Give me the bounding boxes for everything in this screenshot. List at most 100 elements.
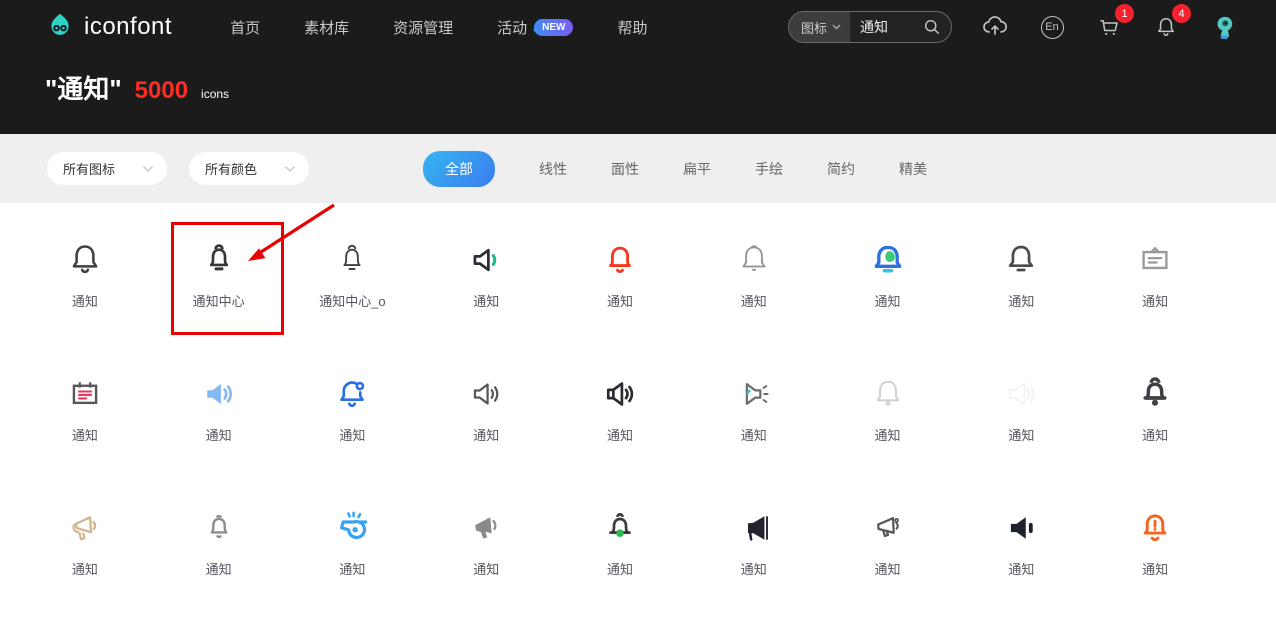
cart-button[interactable]: 1 [1094,12,1124,42]
tab-简约[interactable]: 简约 [827,159,855,179]
bell-green-dot-icon [601,509,639,547]
icon-card-label: 通知 [741,559,767,578]
nav-item-label: 帮助 [617,17,647,38]
filter-dropdown-1[interactable]: 所有图标 [47,152,167,185]
header-icons: En 1 4 [980,12,1238,42]
icon-card[interactable]: 通知 [954,203,1088,337]
cart-badge: 1 [1115,4,1134,23]
icon-card-label: 通知 [875,559,901,578]
nav-item-3[interactable]: 资源管理 [393,17,453,38]
chevron-down-icon [832,24,841,30]
icon-card[interactable]: 通知 [687,203,821,337]
icon-card[interactable]: 通知中心_o [286,203,420,337]
icon-card-label: 通知 [607,425,633,444]
bell-light-icon [869,375,907,413]
chevron-down-icon [142,165,154,173]
icon-card[interactable]: 通知 [419,471,553,605]
header: iconfont 首页 素材库 资源管理 活动NEW 帮助 图标 [0,0,1276,134]
tab-面性[interactable]: 面性 [611,159,639,179]
icon-card[interactable]: 通知 [1088,471,1222,605]
icon-card[interactable]: 通知 [286,471,420,605]
nav-item-1[interactable]: 首页 [230,17,260,38]
icon-card-label: 通知中心_o [319,291,385,310]
board-red-lines-icon [66,375,104,413]
filter-bar: 所有图标 所有颜色 全部 线性 面性 扁平 手绘 简约 精美 [0,134,1276,203]
bell-red-icon [601,241,639,279]
icon-card[interactable]: 通知 [1088,337,1222,471]
icon-card-label: 通知 [72,291,98,310]
icon-card-label: 通知 [1008,291,1034,310]
icon-card[interactable]: 通知 [821,471,955,605]
search-category-dropdown[interactable]: 图标 [789,12,850,42]
icon-card[interactable]: 通知 [553,471,687,605]
icon-card[interactable]: 通知 [1088,203,1222,337]
upload-button[interactable] [980,12,1010,42]
nav-item-label: 资源管理 [393,17,453,38]
whistle-blue-icon [333,509,371,547]
icon-card[interactable]: 通知 [286,337,420,471]
tab-全部[interactable]: 全部 [423,151,495,187]
icon-card[interactable]: 通知 [18,471,152,605]
icon-card-label: 通知 [1142,425,1168,444]
result-unit: icons [201,87,229,101]
language-toggle[interactable]: En [1037,12,1067,42]
search-query-title: "通知" [45,69,122,106]
icon-card-label: 通知 [339,559,365,578]
filter-dropdown-2[interactable]: 所有颜色 [189,152,309,185]
icon-card-label: 通知 [473,559,499,578]
nav-item-5[interactable]: 帮助 [617,17,647,38]
icon-card[interactable]: 通知 [687,337,821,471]
nav-item-4[interactable]: 活动NEW [497,17,573,38]
main-nav: 首页 素材库 资源管理 活动NEW 帮助 [230,17,647,38]
icon-card-label: 通知 [1142,291,1168,310]
icon-card[interactable]: 通知 [553,337,687,471]
icon-card[interactable]: 通知 [419,203,553,337]
icon-card[interactable]: 通知 [553,203,687,337]
speaker-green-wave-icon [467,241,505,279]
tab-精美[interactable]: 精美 [899,159,927,179]
bell-bold-icon [1136,375,1174,413]
speaker-waves-icon [467,375,505,413]
dropdown-value: 所有颜色 [205,159,257,178]
notifications-button[interactable]: 4 [1151,12,1181,42]
icon-card-label: 通知 [741,425,767,444]
tab-扁平[interactable]: 扁平 [683,159,711,179]
tab-线性[interactable]: 线性 [539,159,567,179]
topbar: iconfont 首页 素材库 资源管理 活动NEW 帮助 图标 [0,0,1276,54]
bell-center-icon [200,241,238,279]
icon-card-label: 通知中心 [193,291,245,310]
iconfont-logo[interactable]: iconfont [45,12,172,42]
icon-card[interactable]: 通知中心 [152,203,286,337]
icon-card[interactable]: 通知 [18,337,152,471]
search-button[interactable] [923,18,951,36]
iconfont-search-page: iconfont 首页 素材库 资源管理 活动NEW 帮助 图标 [0,0,1276,618]
style-tabs: 全部 线性 面性 扁平 手绘 简约 精美 [423,151,927,187]
speaker-left-rays-icon [735,375,773,413]
icon-card-label: 通知 [607,291,633,310]
icon-card[interactable]: 通知 [687,471,821,605]
result-count: 5000 [135,77,188,105]
user-avatar[interactable] [1208,12,1238,42]
icon-card[interactable]: 通知 [821,203,955,337]
icon-card[interactable]: 通知 [18,203,152,337]
notifications-badge: 4 [1172,4,1191,23]
icon-card[interactable]: 通知 [954,337,1088,471]
icon-card-label: 通知 [72,559,98,578]
dropdown-value: 所有图标 [63,159,115,178]
icon-card[interactable]: 通知 [152,471,286,605]
icon-card-label: 通知 [206,425,232,444]
icon-card-label: 通知 [1008,425,1034,444]
icon-card-label: 通知 [741,291,767,310]
tab-手绘[interactable]: 手绘 [755,159,783,179]
icon-card[interactable]: 通知 [821,337,955,471]
chevron-down-icon [284,165,296,173]
icon-card[interactable]: 通知 [419,337,553,471]
icon-card[interactable]: 通知 [152,337,286,471]
horn-solid-icon [735,509,773,547]
search-input[interactable] [850,19,923,35]
bell-gray-icon [200,509,238,547]
nav-item-2[interactable]: 素材库 [304,17,349,38]
bell-outline-icon [66,241,104,279]
icon-card-label: 通知 [1008,559,1034,578]
icon-card[interactable]: 通知 [954,471,1088,605]
